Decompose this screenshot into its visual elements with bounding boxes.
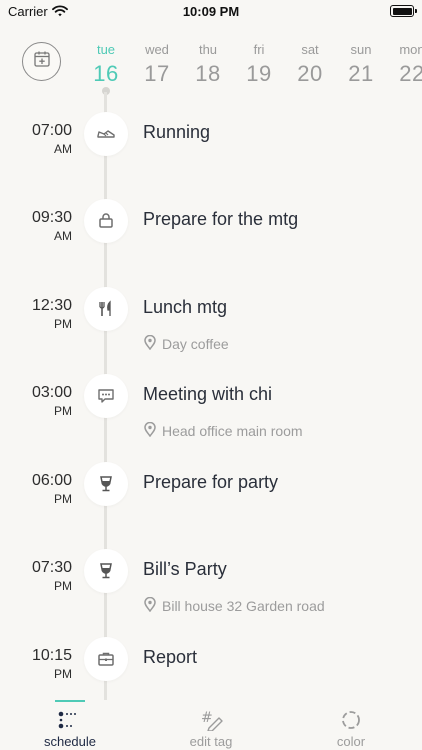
day-sun-21[interactable]: sun 21 [339, 42, 383, 87]
day-name: sun [350, 42, 372, 57]
tab-edit-tag[interactable]: # edit tag [151, 708, 271, 749]
day-number: 22 [399, 61, 422, 86]
calendar-add-button[interactable] [22, 42, 61, 81]
location-pin-icon [144, 334, 156, 353]
event-title: Prepare for the mtg [143, 209, 299, 229]
svg-text:#: # [201, 710, 213, 726]
event-time: 06:00 [31, 472, 72, 489]
day-sat-20[interactable]: sat 20 [288, 42, 332, 87]
event-location: Bill house 32 Garden road [144, 596, 325, 615]
tab-label: color [336, 734, 366, 749]
event-title: Prepare for party [143, 472, 279, 492]
tab-label: schedule [43, 734, 97, 749]
day-number: 21 [348, 61, 374, 86]
location-pin-icon [144, 596, 156, 615]
event-title: Bill’s Party [143, 559, 227, 579]
event-time: 07:00 [31, 122, 72, 139]
tag-edit-icon: # [151, 708, 271, 732]
event-location-text: Bill house 32 Garden road [162, 598, 325, 614]
event-row-prepare-party[interactable]: 06:00 PM Prepare for party [0, 462, 422, 542]
day-number: 16 [93, 61, 119, 86]
color-icon [291, 708, 411, 732]
day-name: sat [301, 42, 319, 57]
tab-label: edit tag [189, 734, 233, 749]
day-number: 19 [246, 61, 272, 86]
event-title: Meeting with chi [143, 384, 273, 404]
event-row-lunch-mtg[interactable]: 12:30 PM Lunch mtg Day coffee [0, 287, 422, 367]
day-number: 17 [144, 61, 170, 86]
day-name: fri [253, 42, 265, 57]
schedule-icon [10, 708, 130, 732]
event-time: 10:15 [31, 647, 72, 664]
chat-bubble-icon [84, 374, 128, 418]
tab-schedule[interactable]: schedule [10, 708, 130, 749]
day-name: thu [198, 42, 218, 57]
event-ampm: PM [54, 317, 72, 331]
wine-glass-icon [84, 462, 128, 506]
tab-color[interactable]: color [291, 708, 411, 749]
event-time: 03:00 [31, 384, 72, 401]
sneaker-icon [84, 112, 128, 156]
event-row-meeting-chi[interactable]: 03:00 PM Meeting with chi Head office ma… [0, 374, 422, 454]
day-tue-16[interactable]: tue 16 [84, 42, 128, 87]
event-time: 12:30 [31, 297, 72, 314]
location-pin-icon [144, 421, 156, 440]
fork-knife-icon [84, 287, 128, 331]
event-time: 09:30 [31, 209, 72, 226]
day-thu-18[interactable]: thu 18 [186, 42, 230, 87]
day-name: wed [145, 42, 169, 57]
event-time: 07:30 [31, 559, 72, 576]
day-number: 20 [297, 61, 323, 86]
day-mon-22[interactable]: mon 22 [390, 42, 422, 87]
day-fri-19[interactable]: fri 19 [237, 42, 281, 87]
day-name: tue [96, 42, 116, 57]
wine-glass-icon [84, 549, 128, 593]
tab-bar: schedule # edit tag color [0, 700, 422, 750]
status-bar: Carrier 10:09 PM [0, 0, 422, 24]
event-location: Head office main room [144, 421, 303, 440]
event-ampm: PM [54, 492, 72, 506]
briefcase-icon [84, 637, 128, 681]
event-row-prepare-mtg[interactable]: 09:30 AM Prepare for the mtg [0, 199, 422, 279]
status-time: 10:09 PM [182, 4, 240, 19]
day-number: 18 [195, 61, 221, 86]
day-wed-17[interactable]: wed 17 [135, 42, 179, 87]
event-title: Lunch mtg [143, 297, 228, 317]
event-row-running[interactable]: 07:00 AM Running [0, 112, 422, 192]
calendar-add-icon [33, 50, 51, 73]
battery-icon [390, 5, 417, 17]
event-location-text: Head office main room [162, 423, 303, 439]
event-ampm: PM [54, 404, 72, 418]
event-ampm: AM [54, 142, 72, 156]
bag-icon [84, 199, 128, 243]
event-ampm: AM [54, 229, 72, 243]
event-title: Report [143, 647, 198, 667]
active-tab-indicator [55, 700, 85, 702]
event-location-text: Day coffee [162, 336, 229, 352]
event-location: Day coffee [144, 334, 229, 353]
schedule-screen: Carrier 10:09 PM tue 16 wed 17 thu 18 fr… [0, 0, 422, 750]
day-name: mon [399, 42, 422, 57]
event-row-bills-party[interactable]: 07:30 PM Bill’s Party Bill house 32 Gard… [0, 549, 422, 629]
event-title: Running [143, 122, 211, 142]
event-ampm: PM [54, 667, 72, 681]
event-ampm: PM [54, 579, 72, 593]
